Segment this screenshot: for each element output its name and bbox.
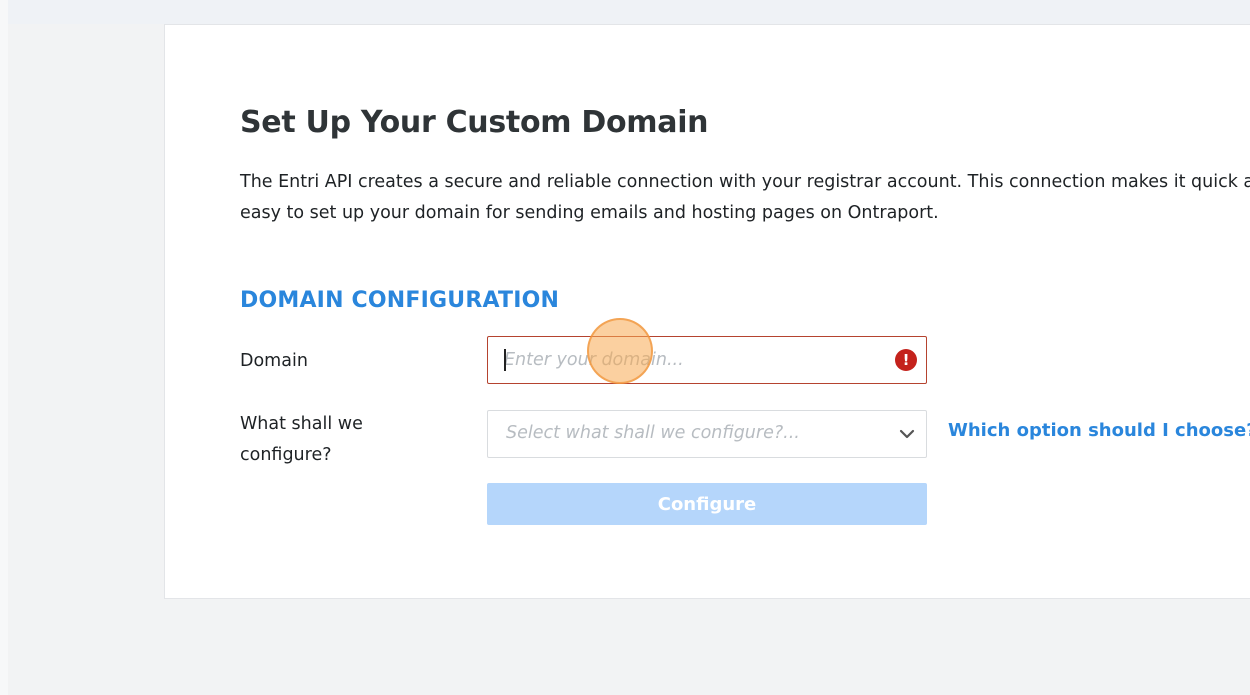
which-option-help-link[interactable]: Which option should I choose? (948, 420, 1250, 441)
chevron-down-icon (899, 429, 915, 439)
configure-select[interactable]: Select what shall we configure?... (487, 410, 927, 458)
page-title: Set Up Your Custom Domain (240, 105, 709, 140)
text-caret (504, 349, 506, 371)
page-left-strip (0, 0, 8, 695)
section-heading: DOMAIN CONFIGURATION (240, 288, 560, 313)
domain-field[interactable]: ! (487, 336, 927, 384)
configure-select-placeholder: Select what shall we configure?... (506, 423, 800, 443)
exclamation-circle-icon: ! (895, 349, 917, 371)
page-top-band (0, 0, 1250, 24)
domain-input[interactable] (504, 337, 874, 382)
configure-label: What shall we configure? (240, 414, 363, 465)
domain-label: Domain (240, 351, 308, 371)
configure-button[interactable]: Configure (487, 483, 927, 525)
domain-setup-card: Set Up Your Custom Domain The Entri API … (164, 24, 1250, 599)
page-description: The Entri API creates a secure and relia… (240, 172, 1250, 223)
